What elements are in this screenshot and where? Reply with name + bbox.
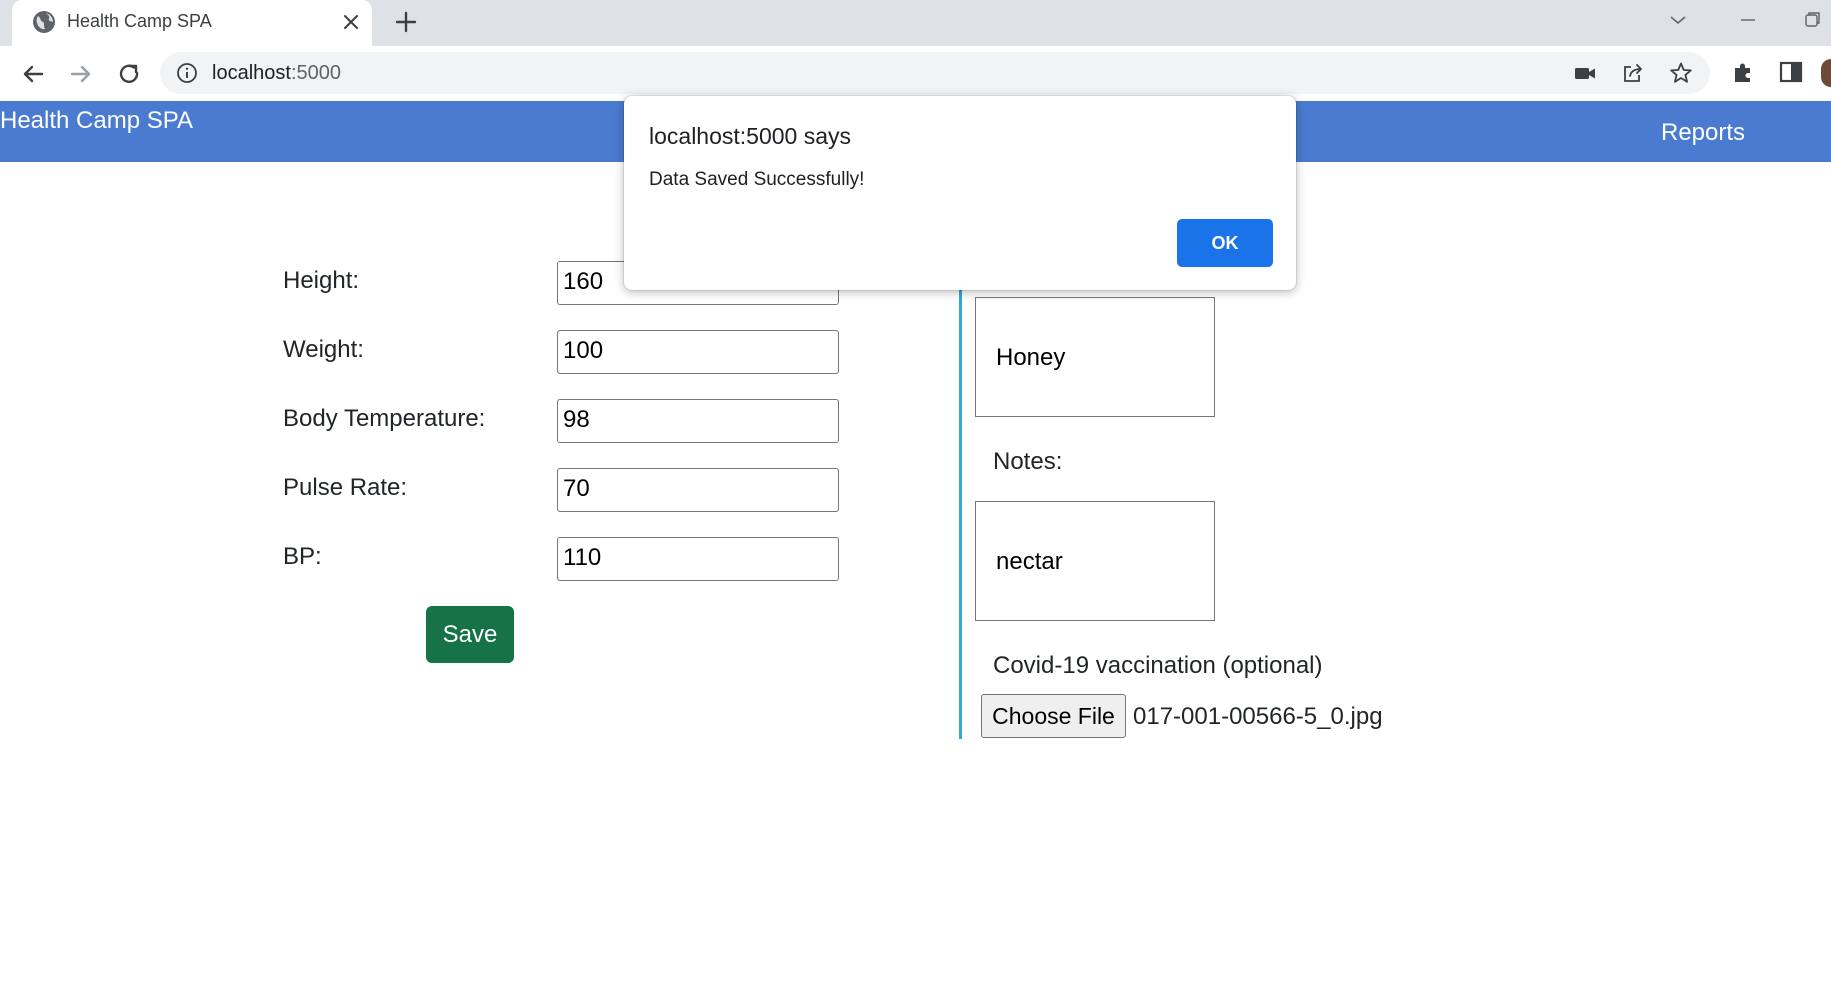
forward-arrow-icon[interactable] (66, 59, 96, 89)
remedy-textarea[interactable]: Honey (975, 297, 1215, 417)
globe-favicon-icon (33, 11, 55, 33)
covid-vaccination-label: Covid-19 vaccination (optional) (993, 652, 1323, 679)
ok-button[interactable]: OK (1177, 219, 1273, 267)
restore-icon[interactable] (1800, 8, 1824, 32)
side-panel-icon[interactable] (1778, 59, 1804, 85)
reload-icon[interactable] (114, 59, 144, 89)
notes-textarea[interactable]: nectar (975, 501, 1215, 621)
camera-icon[interactable] (1573, 61, 1597, 85)
share-icon[interactable] (1621, 61, 1645, 85)
bp-input[interactable]: 110 (557, 537, 839, 581)
save-button[interactable]: Save (426, 606, 514, 663)
address-bar[interactable]: localhost:5000 (160, 52, 1710, 94)
panel-divider (959, 287, 962, 739)
notes-label: Notes: (993, 448, 1063, 475)
tab-title: Health Camp SPA (67, 11, 212, 31)
url-host: localhost (212, 62, 291, 84)
url-port: :5000 (290, 62, 341, 84)
tab-strip: Health Camp SPA (0, 0, 1831, 46)
alert-dialog: localhost:5000 says Data Saved Successfu… (624, 96, 1296, 290)
info-icon[interactable] (176, 62, 198, 84)
chevron-down-icon[interactable] (1666, 8, 1690, 32)
minimize-icon[interactable] (1736, 8, 1760, 32)
pulse-rate-label: Pulse Rate: (283, 474, 408, 501)
avatar[interactable] (1821, 59, 1831, 87)
nav-link-reports[interactable]: Reports (1661, 119, 1745, 147)
pulse-rate-input[interactable]: 70 (557, 468, 839, 512)
browser-tab[interactable]: Health Camp SPA (12, 0, 372, 46)
body-temperature-input[interactable]: 98 (557, 399, 839, 443)
browser-toolbar: localhost:5000 (0, 46, 1831, 101)
close-icon[interactable] (340, 11, 362, 33)
dialog-title: localhost:5000 says (649, 123, 852, 149)
weight-input[interactable]: 100 (557, 330, 839, 374)
brand-link[interactable]: Health Camp SPA (0, 107, 193, 135)
back-arrow-icon[interactable] (18, 59, 48, 89)
plus-icon[interactable] (392, 8, 420, 36)
height-label: Height: (283, 267, 360, 294)
dialog-message: Data Saved Successfully! (649, 169, 865, 190)
url-text: localhost:5000 (212, 62, 341, 85)
bp-label: BP: (283, 543, 322, 570)
choose-file-button[interactable]: Choose File (981, 694, 1126, 738)
star-icon[interactable] (1669, 61, 1693, 85)
selected-file-name: 017-001-00566-5_0.jpg (1133, 703, 1383, 730)
body-temperature-label: Body Temperature: (283, 405, 486, 432)
extensions-icon[interactable] (1730, 59, 1756, 85)
weight-label: Weight: (283, 336, 364, 363)
